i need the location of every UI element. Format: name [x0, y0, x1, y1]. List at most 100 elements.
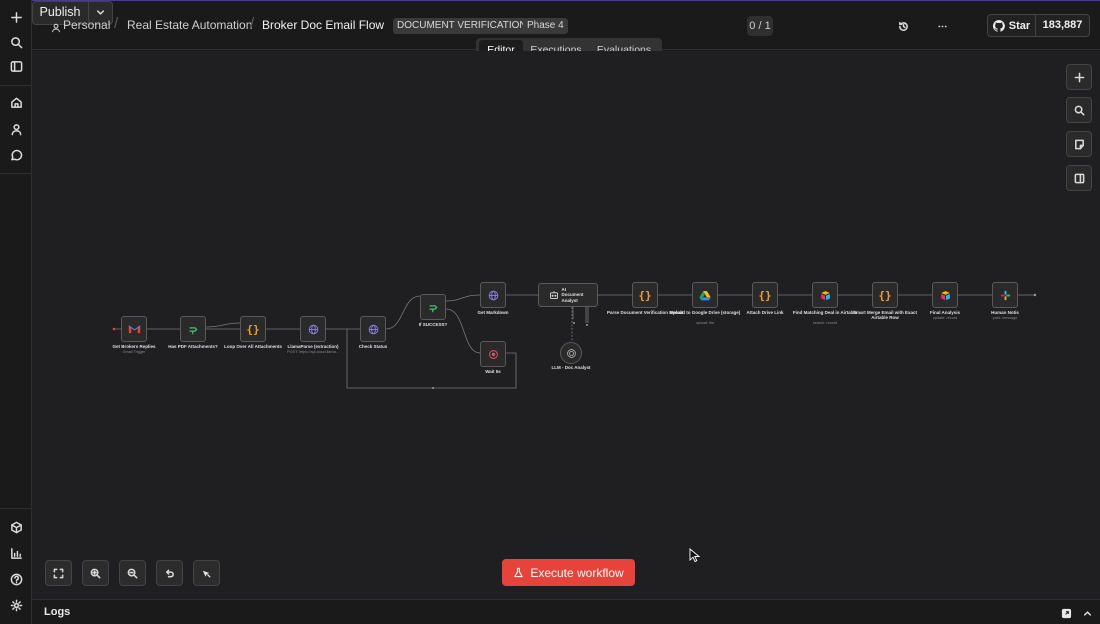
node-attach-drive-link[interactable]: {} — [752, 282, 778, 308]
node-sublabel: search: record — [812, 321, 838, 325]
node-wait-5s[interactable] — [480, 341, 506, 367]
node-llm-doc-analyst[interactable] — [560, 342, 582, 364]
wait-icon — [488, 349, 498, 359]
node-smart-merge-email[interactable]: {} — [872, 282, 898, 308]
insights-icon[interactable] — [5, 542, 27, 564]
github-star-count: 183,887 — [1042, 19, 1083, 31]
globe-icon — [308, 324, 318, 334]
node-label: Human Notis — [991, 310, 1019, 315]
gmail-icon — [128, 325, 140, 334]
node-final-analysis[interactable] — [932, 282, 958, 308]
node-ai-document-analyst[interactable]: AI Document Analyst — [538, 283, 598, 307]
add-icon[interactable] — [5, 6, 27, 28]
airtable-icon — [820, 290, 830, 300]
github-icon — [992, 19, 1005, 32]
pop-out-button[interactable] — [1061, 606, 1072, 624]
left-sidebar — [0, 0, 32, 624]
magic-wand-icon — [202, 570, 211, 578]
robot-icon — [549, 291, 558, 299]
node-human-notis[interactable] — [992, 282, 1018, 308]
node-label: If SUCCESS? — [418, 322, 448, 327]
node-loop-over-attachments[interactable]: {} — [240, 316, 266, 342]
google-drive-icon — [699, 290, 711, 300]
more-options-button[interactable] — [931, 16, 953, 36]
search-icon[interactable] — [5, 31, 27, 53]
execute-workflow-label: Execute workflow — [530, 565, 624, 580]
node-label: Wait 5s — [485, 369, 501, 374]
slack-icon — [1000, 290, 1010, 300]
node-parse-document-verification[interactable]: {} — [632, 282, 658, 308]
user-icon[interactable] — [5, 118, 27, 140]
chevron-up-icon — [1083, 611, 1092, 616]
node-check-status[interactable] — [360, 316, 386, 342]
zoom-in-icon — [90, 568, 101, 578]
trigger-dot — [112, 327, 116, 331]
node-find-matching-deal[interactable] — [812, 282, 838, 308]
pop-out-icon — [1061, 608, 1072, 619]
node-has-pdf-attachments[interactable] — [180, 316, 206, 342]
airtable-icon — [940, 290, 950, 300]
help-icon[interactable] — [5, 568, 27, 590]
zoom-out-icon — [127, 568, 138, 578]
side-panel-button[interactable] — [1066, 165, 1092, 191]
node-upload-google-drive[interactable] — [692, 282, 718, 308]
logs-label: Logs — [44, 606, 71, 618]
history-button[interactable] — [892, 16, 914, 36]
logs-panel-bar[interactable]: Logs — [32, 599, 1100, 624]
add-node-button[interactable] — [1066, 64, 1092, 90]
sticky-note-icon — [1074, 139, 1084, 149]
fit-view-icon — [53, 568, 64, 578]
zoom-in-button[interactable] — [82, 560, 109, 586]
publish-button[interactable]: Publish — [32, 1, 88, 23]
undo-icon — [165, 569, 174, 577]
code-icon: {} — [758, 288, 772, 302]
plus-icon — [1074, 72, 1084, 82]
sticky-note-button[interactable] — [1066, 131, 1092, 157]
llm-icon — [566, 348, 576, 358]
code-icon: {} — [246, 322, 260, 336]
panel-toggle-icon[interactable] — [5, 55, 27, 77]
version-counter: 0 / 1 — [747, 16, 773, 36]
node-sublabel: Gmail Trigger — [122, 350, 146, 354]
node-get-brokers-replies[interactable] — [121, 316, 147, 342]
chevron-down-icon — [96, 9, 105, 15]
mouse-cursor-icon — [689, 548, 700, 563]
expand-logs-button[interactable] — [1082, 606, 1093, 624]
github-star-button[interactable]: Star — [988, 15, 1036, 36]
tag-phase[interactable]: Phase 4 — [523, 18, 568, 34]
tag-document-verification[interactable]: DOCUMENT VERIFICATION — [393, 18, 531, 34]
github-star-widget[interactable]: Star 183,887 — [987, 14, 1090, 37]
publish-dropdown-button[interactable] — [88, 1, 112, 23]
fit-view-button[interactable] — [45, 560, 72, 586]
workflow-name[interactable]: Broker Doc Email Flow — [262, 18, 384, 32]
node-label: LLM - Doc Analyst — [551, 365, 591, 370]
undo-button[interactable] — [156, 560, 183, 586]
search-icon — [1074, 105, 1084, 115]
search-nodes-button[interactable] — [1066, 97, 1092, 123]
workflow-canvas[interactable]: Get Brokers Replies Gmail Trigger Has PD… — [32, 51, 1100, 599]
node-label: AI Document Analyst — [561, 287, 584, 303]
templates-icon[interactable] — [5, 516, 27, 538]
home-icon[interactable] — [5, 91, 27, 113]
zoom-out-button[interactable] — [119, 560, 146, 586]
rail-divider — [0, 508, 32, 509]
node-label: Get Markdown — [477, 310, 509, 315]
settings-icon[interactable] — [5, 594, 27, 616]
node-get-markdown[interactable] — [480, 282, 506, 308]
tidy-up-button[interactable] — [193, 560, 220, 586]
node-if-success[interactable] — [420, 294, 446, 320]
globe-icon — [368, 324, 378, 334]
globe-icon — [488, 290, 498, 300]
github-star-label: Star — [1008, 19, 1031, 32]
breadcrumb-folder[interactable]: Real Estate Automation — [127, 18, 252, 32]
breadcrumb-separator: / — [250, 15, 255, 32]
rail-divider — [0, 85, 32, 86]
if-icon — [189, 326, 198, 334]
execute-workflow-button[interactable]: Execute workflow — [502, 559, 635, 586]
rail-divider — [0, 173, 32, 174]
history-icon — [898, 21, 908, 31]
node-llamaparse[interactable] — [300, 316, 326, 342]
code-icon: {} — [878, 288, 892, 302]
app-window: Personal / Real Estate Automation / Brok… — [0, 0, 1100, 624]
chat-icon[interactable] — [5, 144, 27, 166]
